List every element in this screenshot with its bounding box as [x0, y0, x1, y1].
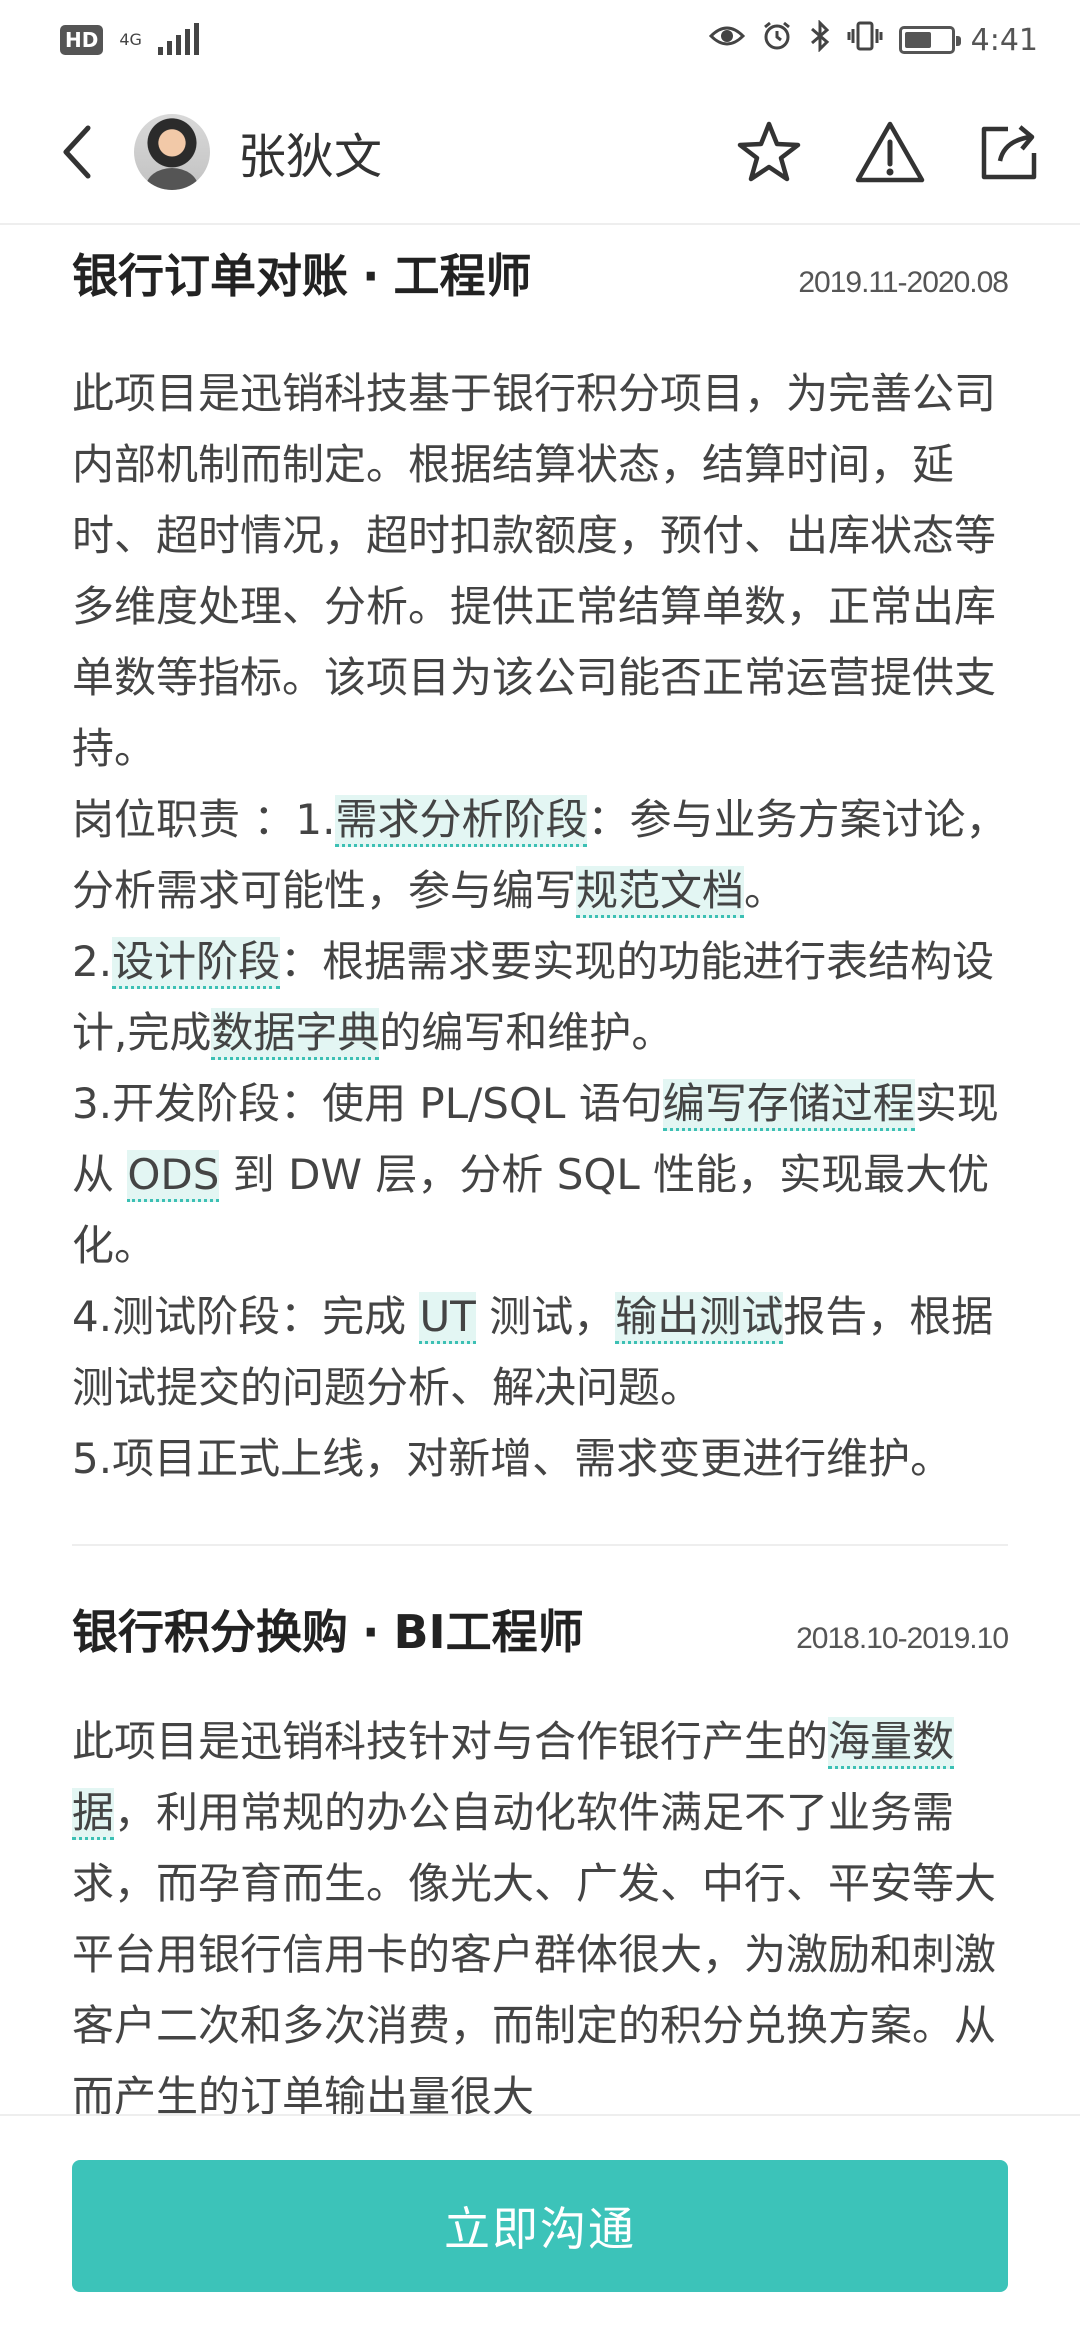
project-period: 2019.11-2020.08: [798, 266, 1009, 299]
project-description: 此项目是迅销科技针对与合作银行产生的海量数据，利用常规的办公自动化软件满足不了业…: [72, 1706, 1008, 2132]
project-title: 银行订单对账 · 工程师: [72, 240, 531, 306]
keyword-link[interactable]: 编写存储过程: [662, 1079, 915, 1131]
status-bar: HD 4G 4:41: [0, 0, 1080, 80]
keyword-link[interactable]: UT: [419, 1292, 476, 1344]
signal-icon: [157, 23, 199, 55]
description-text: 岗位职责 ：1.: [72, 795, 336, 844]
keyword-link[interactable]: 输出测试: [615, 1292, 784, 1344]
project-role: BI工程师: [393, 1605, 584, 1659]
project-title: 银行积分换购 · BI工程师: [72, 1596, 584, 1662]
status-right: 4:41: [708, 19, 1038, 60]
keyword-link[interactable]: ODS: [127, 1150, 220, 1202]
bottom-bar: 立即沟通: [0, 2114, 1080, 2340]
keyword-link[interactable]: 需求分析阶段: [335, 795, 588, 847]
description-text: 的编写和维护。: [379, 1008, 674, 1057]
battery-icon: [898, 26, 961, 54]
clock: 4:41: [970, 22, 1038, 58]
chat-now-button[interactable]: 立即沟通: [72, 2160, 1008, 2292]
bluetooth-icon: [809, 19, 831, 60]
back-arrow-icon[interactable]: [60, 117, 110, 187]
project-item: 银行订单对账 · 工程师 2019.11-2020.08 此项目是迅销科技基于银行积…: [72, 240, 1009, 1494]
star-icon[interactable]: [736, 120, 802, 184]
title-separator: ·: [362, 1605, 380, 1659]
network-label: 4G: [119, 30, 142, 49]
keyword-link[interactable]: 设计阶段: [112, 937, 281, 989]
share-icon[interactable]: [978, 121, 1040, 183]
description-text: 此项目是迅销科技基于银行积分项目，为完善公司内部机制而制定。根据结算状态，结算时…: [72, 369, 997, 773]
project-header: 银行积分换购 · BI工程师 2018.10-2019.10: [72, 1596, 1009, 1662]
description-text: 3.开发阶段：使用 PL/SQL 语句: [72, 1079, 663, 1128]
nav-actions: [736, 120, 1040, 184]
section-divider: [72, 1544, 1008, 1546]
vibrate-icon: [847, 20, 883, 60]
project-role: 工程师: [393, 249, 532, 303]
project-period: 2018.10-2019.10: [796, 1622, 1009, 1655]
description-text: 2.: [72, 937, 113, 986]
description-text: 此项目是迅销科技针对与合作银行产生的: [72, 1717, 829, 1766]
title-separator: ·: [362, 249, 380, 303]
project-name: 银行积分换购: [72, 1605, 348, 1659]
project-item: 银行积分换购 · BI工程师 2018.10-2019.10 此项目是迅销科技针对与…: [72, 1596, 1009, 2132]
warning-icon[interactable]: [854, 120, 926, 184]
keyword-link[interactable]: 规范文档: [576, 866, 745, 918]
hd-badge: HD: [60, 25, 104, 55]
experience-list: 银行订单对账 · 工程师 2019.11-2020.08 此项目是迅销科技基于银行积…: [72, 226, 1009, 2132]
description-text: 测试，: [475, 1292, 616, 1341]
keyword-link[interactable]: 数据字典: [211, 1008, 380, 1060]
eye-icon: [708, 22, 745, 58]
description-text: 5.项目正式上线，对新增、需求变更进行维护。: [72, 1434, 953, 1483]
top-nav: 张狄文: [0, 80, 1080, 225]
description-text: 。: [744, 866, 787, 915]
project-header: 银行订单对账 · 工程师 2019.11-2020.08: [72, 240, 1009, 306]
description-text: 4.测试阶段：完成: [72, 1292, 420, 1341]
project-name: 银行订单对账: [72, 249, 348, 303]
network-type: 4G: [119, 32, 142, 48]
alarm-icon: [761, 20, 793, 60]
status-left: HD 4G: [60, 23, 199, 55]
avatar[interactable]: [134, 113, 210, 190]
contact-name: 张狄文: [238, 128, 383, 185]
description-text: ，利用常规的办公自动化软件满足不了业务需求，而孕育而生。像光大、广发、中行、平安…: [72, 1788, 997, 2121]
project-description: 此项目是迅销科技基于银行积分项目，为完善公司内部机制而制定。根据结算状态，结算时…: [72, 358, 1008, 1494]
